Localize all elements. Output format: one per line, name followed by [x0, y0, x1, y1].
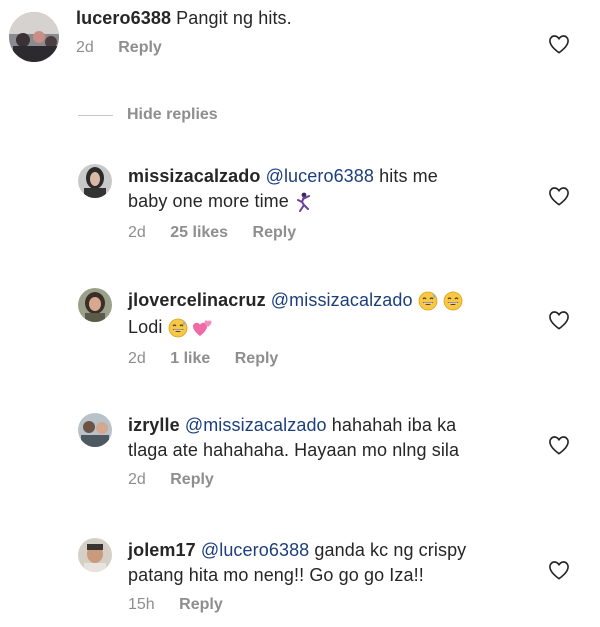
heart-outline-icon[interactable]	[548, 435, 570, 455]
dancer-emoji	[294, 192, 312, 213]
comment-username[interactable]: izrylle	[128, 415, 180, 435]
comment-body-line2: baby one more time	[128, 191, 289, 211]
comment-meta: 15h Reply	[128, 596, 548, 614]
likes-count[interactable]: 1 like	[170, 350, 210, 367]
grinning-sweat-emoji	[168, 318, 193, 339]
two-hearts-emoji	[192, 320, 214, 339]
comment-mention[interactable]: @missizacalzado	[271, 290, 413, 310]
avatar[interactable]	[9, 12, 59, 62]
comment-text: missizacalzado @lucero6388 hits me baby …	[128, 164, 548, 216]
comment-text: lucero6388 Pangit ng hits.	[76, 6, 546, 31]
heart-outline-icon[interactable]	[548, 310, 570, 330]
comment-mention[interactable]: @lucero6388	[201, 540, 309, 560]
likes-count[interactable]: 25 likes	[170, 224, 228, 241]
avatar[interactable]	[78, 413, 112, 447]
reply-button[interactable]: Reply	[253, 224, 297, 241]
comment-time: 2d	[128, 350, 146, 367]
hide-replies-button[interactable]: Hide replies	[78, 106, 218, 124]
hide-replies-label: Hide replies	[127, 106, 218, 123]
comment-time: 15h	[128, 596, 155, 613]
reply-button[interactable]: Reply	[235, 350, 279, 367]
comment-meta: 2d 25 likes Reply	[128, 224, 548, 242]
avatar[interactable]	[78, 538, 112, 572]
comment-mention[interactable]: @missizacalzado	[185, 415, 327, 435]
comment-body-line2: patang hita mo neng!! Go go go Iza!!	[128, 565, 424, 585]
comment-time: 2d	[76, 39, 94, 56]
comment-body-line1: Pangit ng hits.	[176, 8, 292, 28]
comment-body-line2: Lodi	[128, 317, 163, 337]
heart-outline-icon[interactable]	[548, 186, 570, 206]
comment-thread: lucero6388 Pangit ng hits. 2d Reply Hide…	[0, 0, 600, 627]
comment-meta: 2d Reply	[76, 39, 546, 57]
hide-replies-divider	[78, 114, 113, 116]
grinning-emoji	[443, 291, 463, 312]
comment-body-line2: tlaga ate hahahaha. Hayaan mo nlng sila	[128, 440, 460, 460]
avatar[interactable]	[78, 164, 112, 198]
comment-text: jlovercelinacruz @missizacalzado Lodi	[128, 288, 548, 342]
heart-outline-icon[interactable]	[548, 560, 570, 580]
comment-time: 2d	[128, 471, 146, 488]
comment-username[interactable]: missizacalzado	[128, 166, 260, 186]
comment-mention[interactable]: @lucero6388	[266, 166, 374, 186]
comment-body-line1: hahahah iba ka	[326, 415, 457, 435]
reply-button[interactable]: Reply	[170, 471, 214, 488]
comment-text: jolem17 @lucero6388 ganda kc ng crispy p…	[128, 538, 548, 588]
reply-button[interactable]: Reply	[118, 39, 162, 56]
comment-username[interactable]: jolem17	[128, 540, 196, 560]
comment-body-line1: hits me	[374, 166, 438, 186]
avatar[interactable]	[78, 288, 112, 322]
heart-outline-icon[interactable]	[548, 34, 570, 54]
reply-button[interactable]: Reply	[179, 596, 223, 613]
comment-username[interactable]: jlovercelinacruz	[128, 290, 266, 310]
comment-text: izrylle @missizacalzado hahahah iba ka t…	[128, 413, 548, 463]
grinning-sweat-emoji	[418, 291, 443, 312]
comment-username[interactable]: lucero6388	[76, 8, 171, 28]
comment-meta: 2d Reply	[128, 471, 548, 489]
comment-time: 2d	[128, 224, 146, 241]
comment-body-line1: ganda kc ng crispy	[309, 540, 467, 560]
comment-meta: 2d 1 like Reply	[128, 350, 548, 368]
